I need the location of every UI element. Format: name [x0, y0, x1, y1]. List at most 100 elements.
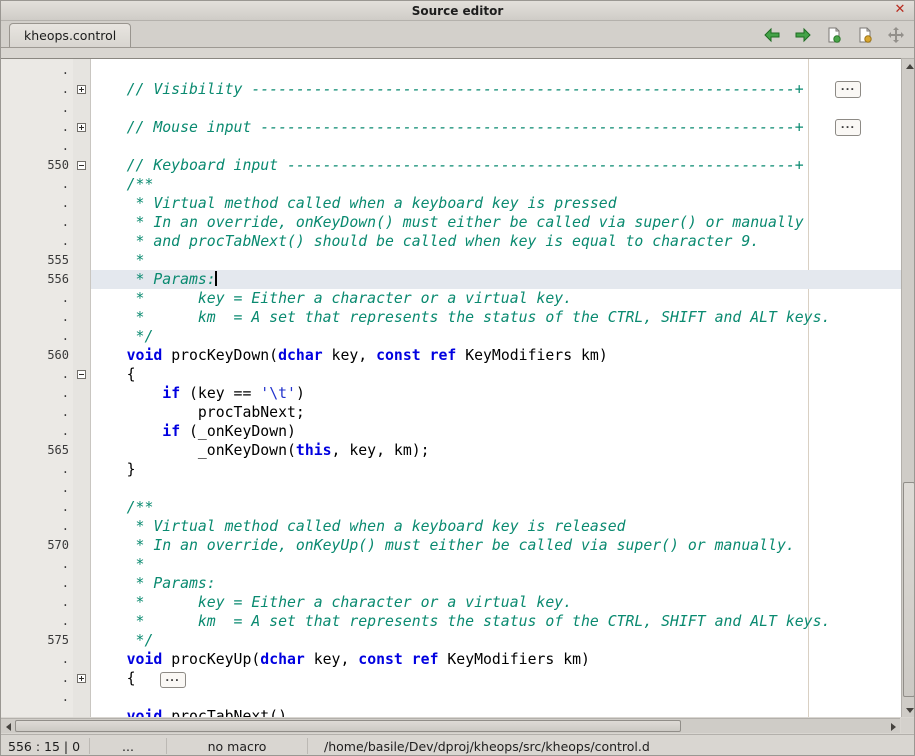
code-line[interactable]: . /**: [1, 175, 901, 194]
code-text[interactable]: void procTabNext(): [91, 707, 901, 717]
go-forward-button[interactable]: [793, 25, 813, 45]
vertical-scrollbar[interactable]: [901, 58, 915, 717]
code-text[interactable]: [91, 99, 901, 118]
code-text[interactable]: // Visibility --------------------------…: [91, 80, 901, 99]
fold-toggle-icon[interactable]: [77, 123, 86, 132]
tab-kheops-control[interactable]: kheops.control: [9, 23, 131, 47]
code-line[interactable]: . void procKeyUp(dchar key, const ref Ke…: [1, 650, 901, 669]
code-line[interactable]: . * Params:: [1, 574, 901, 593]
code-line[interactable]: .: [1, 137, 901, 156]
code-text[interactable]: [91, 137, 901, 156]
code-line[interactable]: . {...: [1, 669, 901, 688]
code-line[interactable]: . * and procTabNext() should be called w…: [1, 232, 901, 251]
code-line[interactable]: 556 * Params:: [1, 270, 901, 289]
code-line[interactable]: .: [1, 61, 901, 80]
code-line[interactable]: . // Visibility ------------------------…: [1, 80, 901, 99]
code-text[interactable]: // Keyboard input ----------------------…: [91, 156, 901, 175]
code-line[interactable]: . if (_onKeyDown): [1, 422, 901, 441]
code-line[interactable]: 550 // Keyboard input ------------------…: [1, 156, 901, 175]
folded-block-button[interactable]: ...: [835, 119, 861, 136]
code-line[interactable]: . /**: [1, 498, 901, 517]
code-line[interactable]: . // Mouse input -----------------------…: [1, 118, 901, 137]
code-text[interactable]: {...: [91, 669, 901, 688]
code-text[interactable]: _onKeyDown(this, key, km);: [91, 441, 901, 460]
scroll-up-button[interactable]: [902, 59, 915, 73]
code-text[interactable]: *: [91, 555, 901, 574]
document-save-button[interactable]: [855, 25, 875, 45]
code-line[interactable]: . }: [1, 460, 901, 479]
code-line[interactable]: . if (key == '\t'): [1, 384, 901, 403]
code-text[interactable]: [91, 479, 901, 498]
code-text[interactable]: * Virtual method called when a keyboard …: [91, 194, 901, 213]
code-text[interactable]: *: [91, 251, 901, 270]
folded-block-button[interactable]: ...: [160, 672, 186, 688]
code-line[interactable]: . * km = A set that represents the statu…: [1, 308, 901, 327]
code-line[interactable]: 575 */: [1, 631, 901, 650]
code-text[interactable]: * Params:: [91, 574, 901, 593]
vertical-scroll-thumb[interactable]: [903, 482, 915, 697]
code-text[interactable]: * In an override, onKeyDown() must eithe…: [91, 213, 901, 232]
code-text[interactable]: */: [91, 631, 901, 650]
titlebar[interactable]: Source editor ✕: [1, 1, 914, 21]
code-editor[interactable]: .. // Visibility -----------------------…: [1, 58, 901, 717]
code-text[interactable]: {: [91, 365, 901, 384]
code-line[interactable]: . * key = Either a character or a virtua…: [1, 289, 901, 308]
fold-toggle-icon[interactable]: [77, 161, 86, 170]
detach-button[interactable]: [886, 25, 906, 45]
code-text[interactable]: if (key == '\t'): [91, 384, 901, 403]
scroll-left-button[interactable]: [1, 719, 15, 734]
code-line[interactable]: . * km = A set that represents the statu…: [1, 612, 901, 631]
code-line[interactable]: .: [1, 479, 901, 498]
code-line[interactable]: . */: [1, 327, 901, 346]
code-text[interactable]: /**: [91, 175, 901, 194]
fold-gutter: [73, 669, 91, 688]
code-text[interactable]: [91, 688, 901, 707]
code-text[interactable]: /**: [91, 498, 901, 517]
code-line[interactable]: . *: [1, 555, 901, 574]
code-line[interactable]: . * key = Either a character or a virtua…: [1, 593, 901, 612]
code-text[interactable]: * and procTabNext() should be called whe…: [91, 232, 901, 251]
code-text[interactable]: void procKeyUp(dchar key, const ref KeyM…: [91, 650, 901, 669]
code-line[interactable]: .: [1, 688, 901, 707]
code-line[interactable]: . procTabNext;: [1, 403, 901, 422]
code-text[interactable]: }: [91, 460, 901, 479]
code-line[interactable]: . * In an override, onKeyDown() must eit…: [1, 213, 901, 232]
scroll-left-icon: [6, 723, 11, 731]
code-text[interactable]: */: [91, 327, 901, 346]
code-text[interactable]: procTabNext;: [91, 403, 901, 422]
code-line[interactable]: 565 _onKeyDown(this, key, km);: [1, 441, 901, 460]
code-text[interactable]: // Mouse input -------------------------…: [91, 118, 901, 137]
go-back-button[interactable]: [762, 25, 782, 45]
code-text[interactable]: * In an override, onKeyUp() must either …: [91, 536, 901, 555]
code-line[interactable]: 570 * In an override, onKeyUp() must eit…: [1, 536, 901, 555]
code-text[interactable]: if (_onKeyDown): [91, 422, 901, 441]
document-add-button[interactable]: [824, 25, 844, 45]
scroll-down-button[interactable]: [902, 703, 915, 717]
code-text[interactable]: * key = Either a character or a virtual …: [91, 289, 901, 308]
code-line[interactable]: . * Virtual method called when a keyboar…: [1, 517, 901, 536]
tab-label: kheops.control: [24, 28, 116, 43]
code-line[interactable]: . {: [1, 365, 901, 384]
fold-gutter: [73, 460, 91, 479]
code-text[interactable]: * km = A set that represents the status …: [91, 308, 901, 327]
horizontal-scroll-thumb[interactable]: [15, 720, 681, 732]
code-line[interactable]: . void procTabNext(): [1, 707, 901, 717]
code-line[interactable]: .: [1, 99, 901, 118]
code-line[interactable]: 560 void procKeyDown(dchar key, const re…: [1, 346, 901, 365]
code-line[interactable]: . * Virtual method called when a keyboar…: [1, 194, 901, 213]
code-text[interactable]: * Virtual method called when a keyboard …: [91, 517, 901, 536]
code-text[interactable]: void procKeyDown(dchar key, const ref Ke…: [91, 346, 901, 365]
horizontal-scrollbar[interactable]: [1, 718, 900, 733]
fold-toggle-icon[interactable]: [77, 674, 86, 683]
scroll-right-button[interactable]: [886, 719, 900, 734]
code-text[interactable]: * Params:: [91, 270, 901, 289]
code-text[interactable]: * km = A set that represents the status …: [91, 612, 901, 631]
code-token: * km = A set that represents the status …: [91, 613, 830, 630]
code-line[interactable]: 555 *: [1, 251, 901, 270]
folded-block-button[interactable]: ...: [835, 81, 861, 98]
code-text[interactable]: * key = Either a character or a virtual …: [91, 593, 901, 612]
close-icon[interactable]: ✕: [892, 2, 908, 18]
fold-toggle-icon[interactable]: [77, 370, 86, 379]
fold-toggle-icon[interactable]: [77, 85, 86, 94]
code-text[interactable]: [91, 61, 901, 80]
